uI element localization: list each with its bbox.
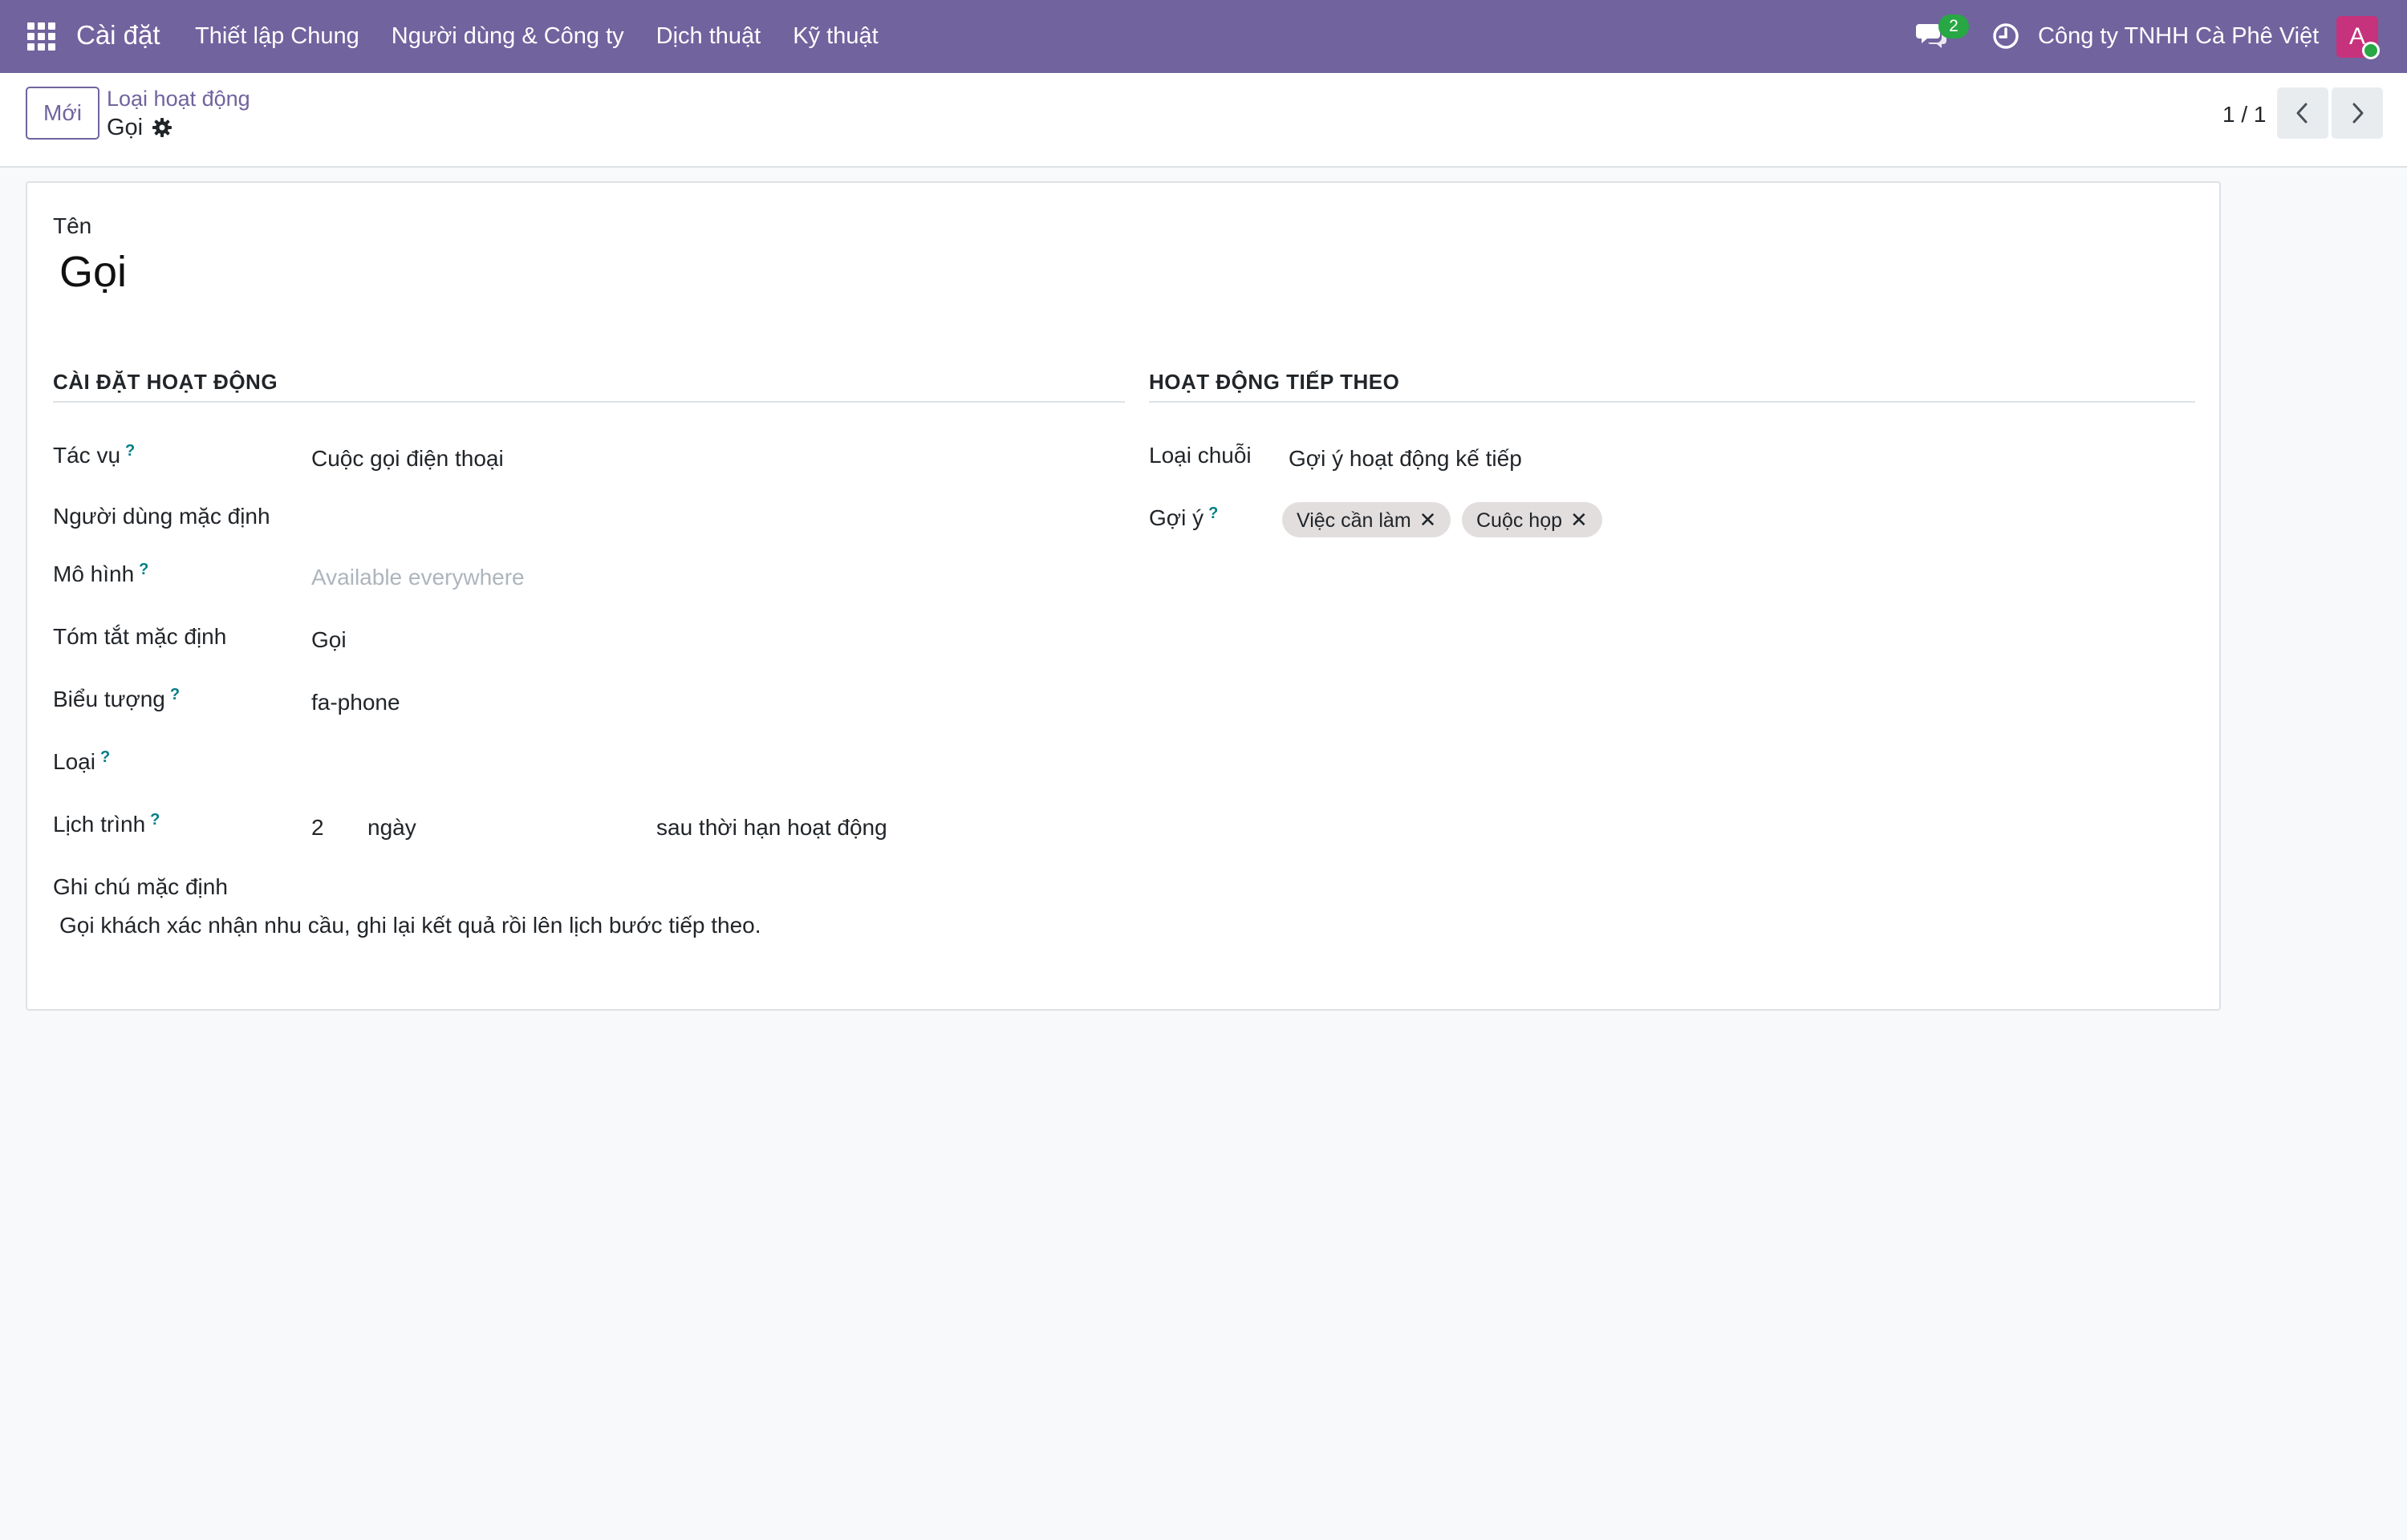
breadcrumb-current-record: Gọi [107,115,144,140]
form-sheet: Tên Gọi CÀI ĐẶT HOẠT ĐỘNG Tác vụ? Cuộc g… [26,181,2221,1011]
schedule-label: Lịch trình? [53,811,160,837]
model-label: Mô hình? [53,561,149,586]
remove-tag-icon[interactable]: ✕ [1570,508,1588,532]
menu-item-users-companies[interactable]: Người dùng & Công ty [392,22,624,51]
control-panel: Mới Loại hoạt động Gọi 1 / 1 [0,73,2407,168]
default-summary-label: Tóm tắt mặc định [53,624,227,649]
help-icon[interactable]: ? [150,811,160,829]
chat-count-badge: 2 [1938,14,1969,38]
top-navbar: Cài đặt Thiết lập Chung Người dùng & Côn… [0,0,2407,73]
suggested-activity-tag: Cuộc họp ✕ [1462,502,1602,537]
type-label: Loại? [53,748,111,774]
schedule-from-select[interactable]: sau thời hạn hoạt động [656,813,905,842]
pager-previous-button[interactable] [2277,87,2328,139]
online-status-dot [2362,42,2380,59]
remove-tag-icon[interactable]: ✕ [1419,508,1437,532]
menu-item-technical[interactable]: Kỹ thuật [793,22,878,51]
name-label: Tên [53,213,92,238]
pager-next-button[interactable] [2332,87,2383,139]
chevron-left-icon [2296,103,2308,124]
help-icon[interactable]: ? [125,442,135,460]
activity-settings-title: CÀI ĐẶT HOẠT ĐỘNG [53,370,278,394]
default-note-label: Ghi chú mặc định [53,874,228,899]
chevron-right-icon [2352,103,2364,124]
default-summary-field[interactable]: Gọi [311,626,347,654]
schedule-unit-select[interactable]: ngày [367,813,416,842]
icon-label: Biểu tượng? [53,686,181,711]
menu-item-translations[interactable]: Dịch thuật [656,22,761,51]
chain-type-field[interactable]: Gợi ý hoạt động kế tiếp [1289,444,1522,473]
breadcrumb-activity-types[interactable]: Loại hoạt động [107,86,250,111]
schedule-number-field[interactable]: 2 [311,813,324,842]
type-field[interactable] [311,748,1098,776]
task-label: Tác vụ? [53,442,136,468]
apps-menu-icon[interactable] [27,22,56,51]
new-button[interactable]: Mới [26,87,99,140]
model-field[interactable]: Available everywhere [311,563,525,592]
help-icon[interactable]: ? [170,686,180,703]
suggest-label: Gợi ý? [1149,505,1219,530]
pager-value[interactable]: 1 / 1 [2222,100,2266,129]
menu-item-general-settings[interactable]: Thiết lập Chung [195,22,359,51]
help-icon[interactable]: ? [139,561,148,578]
icon-field[interactable]: fa-phone [311,688,400,717]
chain-type-label: Loại chuỗi [1149,443,1252,468]
name-field[interactable]: Gọi [59,245,127,298]
default-note-field[interactable]: Gọi khách xác nhận nhu cầu, ghi lại kết … [59,911,761,940]
default-user-field[interactable] [311,502,1098,531]
gear-icon[interactable] [151,116,173,139]
activity-clock-icon[interactable] [1991,22,2020,51]
suggested-activity-tag: Việc cần làm ✕ [1282,502,1451,537]
task-field[interactable]: Cuộc gọi điện thoại [311,444,504,473]
help-icon[interactable]: ? [1208,505,1218,522]
activity-settings-divider [53,401,1125,403]
next-activity-title: HOẠT ĐỘNG TIẾP THEO [1149,370,1400,394]
default-user-label: Người dùng mặc định [53,504,270,529]
app-name[interactable]: Cài đặt [76,19,160,51]
help-icon[interactable]: ? [100,748,110,766]
company-switcher[interactable]: Công ty TNHH Cà Phê Việt [2038,22,2319,51]
next-activity-divider [1149,401,2195,403]
main-menu: Thiết lập Chung Người dùng & Công ty Dịc… [195,22,879,51]
